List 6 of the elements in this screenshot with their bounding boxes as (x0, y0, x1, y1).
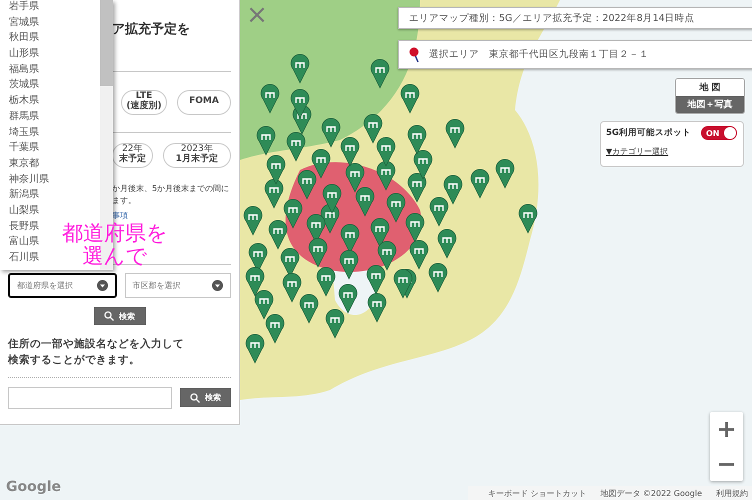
spot-label: 5G利用可能スポット (606, 127, 691, 139)
map-logo: Google (6, 479, 62, 495)
hint-text: 住所の一部や施設名などを入力して 検索することができます。 (8, 337, 185, 368)
info-bar: エリアマップ種別：5G／エリア拡充予定：2022年8月14日時点 (398, 7, 752, 29)
location-bar: 選択エリア 東京都千代田区九段南１丁目２－１ (398, 40, 752, 69)
annotation-text: 都道府県を 選んで (62, 222, 168, 268)
